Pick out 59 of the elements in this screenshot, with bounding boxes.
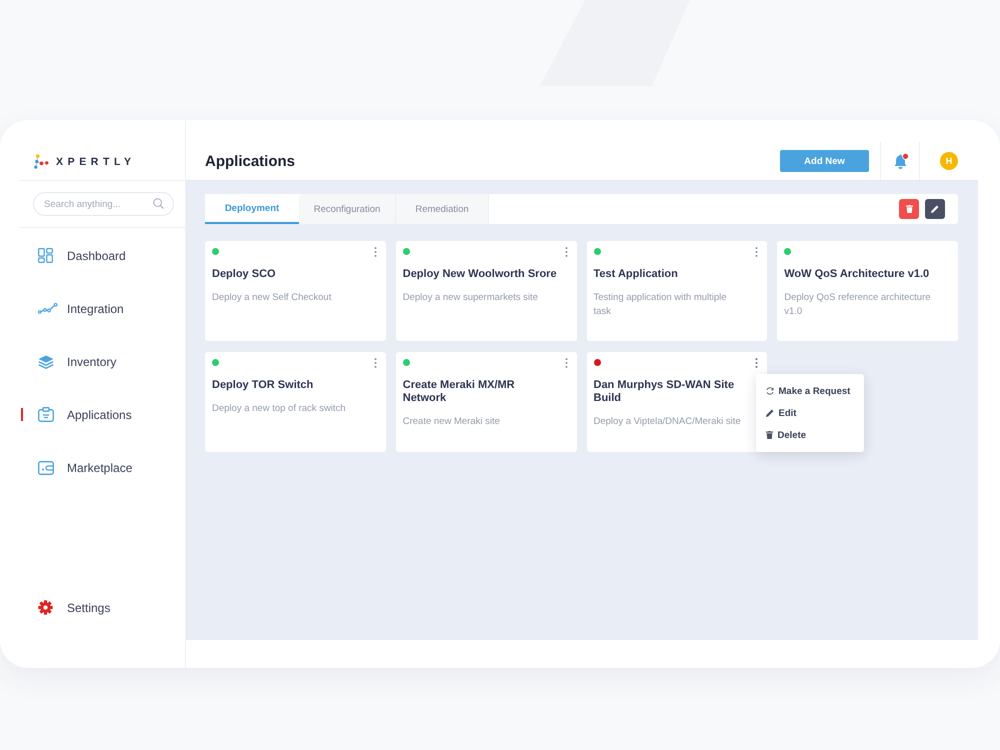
pencil-icon xyxy=(766,409,774,417)
clipboard-icon xyxy=(38,407,54,422)
logo-icon xyxy=(34,154,49,169)
card-title: Create Meraki MX/MR Network xyxy=(402,379,516,405)
application-card[interactable]: Deploy SCO Deploy a new Self Checkout xyxy=(205,241,386,341)
card-description: Deploy a Viptela/DNAC/Meraki site xyxy=(594,415,742,429)
page-title: Applications xyxy=(205,152,296,170)
card-description: Deploy a new Self Checkout xyxy=(212,291,332,305)
trash-icon xyxy=(906,205,912,213)
card-description: Deploy QoS reference architecture v1.0 xyxy=(784,291,932,319)
more-options-button[interactable] xyxy=(562,358,570,368)
application-card[interactable]: Create Meraki MX/MR Network Create new Meraki site xyxy=(396,352,576,452)
nav-item[interactable]: Dashboard xyxy=(30,229,180,282)
pencil-icon xyxy=(931,205,939,213)
card-title: Test Application xyxy=(594,268,679,281)
card-title: Dan Murphys SD-WAN Site Build xyxy=(594,379,736,405)
delete-button[interactable] xyxy=(899,199,919,219)
vertical-dots-icon xyxy=(564,358,568,368)
search-icon xyxy=(153,198,164,209)
line-chart-icon xyxy=(38,303,58,314)
gear-icon xyxy=(38,600,53,615)
more-options-button[interactable] xyxy=(753,358,760,368)
logo-text: XPERTLY xyxy=(56,156,136,168)
card-description: Testing application with multiple task xyxy=(594,291,728,319)
layers-icon xyxy=(38,354,54,368)
menu-item[interactable]: Delete xyxy=(756,424,864,446)
menu-item[interactable]: Edit xyxy=(756,402,864,424)
card-title: Deploy SCO xyxy=(212,268,277,281)
card-title: WoW QoS Architecture v1.0 xyxy=(784,268,930,281)
card-description: Deploy a new top of rack switch xyxy=(212,402,347,416)
more-options-button[interactable] xyxy=(372,358,379,368)
settings-item[interactable]: Settings xyxy=(30,581,180,634)
edit-button[interactable] xyxy=(925,199,945,219)
nav-item[interactable]: Marketplace xyxy=(30,441,180,494)
nav-item[interactable]: Integration xyxy=(30,282,180,335)
vertical-dots-icon xyxy=(374,246,377,256)
vertical-dots-icon xyxy=(755,358,758,368)
application-card[interactable]: Deploy New Woolworth Srore Deploy a new supermarkets site xyxy=(396,241,576,341)
card-description: Deploy a new supermarkets site xyxy=(402,291,539,305)
card-title: Deploy TOR Switch xyxy=(212,379,314,392)
application-card[interactable]: Test Application Testing application with multiple task xyxy=(586,241,768,341)
application-card[interactable]: Deploy TOR Switch Deploy a new top of rack switch xyxy=(205,352,386,452)
nav-item[interactable]: Applications xyxy=(30,388,180,441)
card-title: Deploy New Woolworth Srore xyxy=(402,268,558,281)
nav-item[interactable]: Inventory xyxy=(30,335,180,388)
trash-icon xyxy=(766,431,772,439)
grid-icon xyxy=(38,248,53,263)
search-field[interactable]: Search anything... xyxy=(33,192,174,216)
refresh-icon xyxy=(766,387,774,395)
card-description: Create new Meraki site xyxy=(402,415,501,429)
vertical-dots-icon xyxy=(755,246,758,256)
vertical-dots-icon xyxy=(564,246,568,256)
more-options-button[interactable] xyxy=(753,246,760,256)
wallet-icon xyxy=(38,460,54,474)
more-options-button[interactable] xyxy=(562,246,570,256)
more-options-button[interactable] xyxy=(372,246,379,256)
menu-item[interactable]: Make a Request xyxy=(756,380,864,402)
vertical-dots-icon xyxy=(374,358,377,368)
application-card[interactable]: WoW QoS Architecture v1.0 Deploy QoS reference architecture v1.0 xyxy=(777,241,958,341)
